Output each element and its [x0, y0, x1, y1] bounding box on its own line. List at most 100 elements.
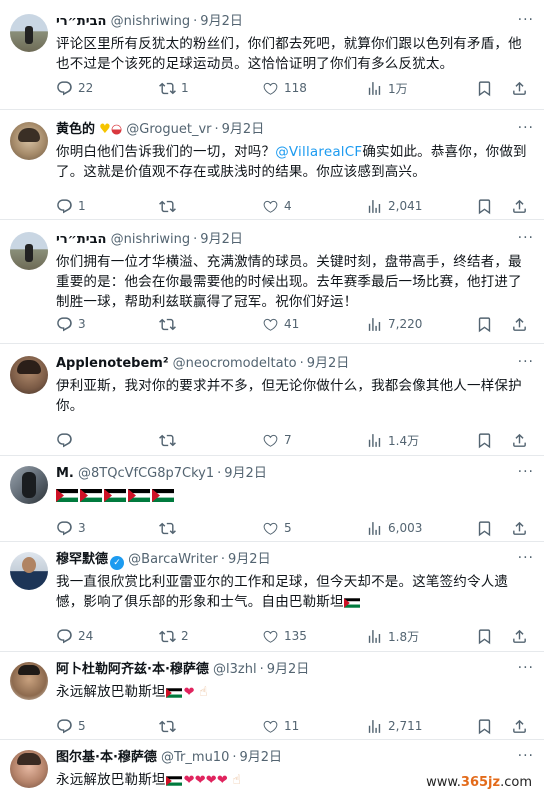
avatar[interactable] — [10, 232, 48, 270]
views-icon — [366, 628, 383, 645]
user-handle[interactable]: @BarcaWriter — [128, 552, 218, 567]
display-name[interactable]: 图尔基·本·穆萨德 — [56, 750, 157, 765]
display-name[interactable]: 穆罕默德 — [56, 552, 108, 567]
more-icon[interactable]: ··· — [518, 120, 534, 136]
views-button[interactable]: 1.4万 — [366, 430, 419, 450]
bookmark-button[interactable] — [476, 430, 493, 450]
avatar[interactable] — [10, 466, 48, 504]
share-button[interactable] — [511, 196, 528, 216]
like-button[interactable]: 11 — [262, 716, 299, 736]
separator-dot: · — [193, 232, 198, 247]
more-icon[interactable]: ··· — [518, 12, 534, 28]
tweet-4[interactable]: Applenotebem² @neocromodeltato · 9月2日 ··· … — [0, 344, 544, 456]
reply-button[interactable]: 5 — [56, 716, 86, 736]
views-button[interactable]: 7,220 — [366, 314, 422, 334]
tweet-2[interactable]: 黄色的 ♥◒ @Groguet_vr · 9月2日 ··· 你明白他们告诉我们的一切… — [0, 110, 544, 220]
tweet-actions: 22 1 118 1万 — [56, 78, 534, 98]
reply-button[interactable]: 24 — [56, 626, 93, 646]
retweet-button[interactable] — [159, 196, 181, 216]
bookmark-button[interactable] — [476, 196, 493, 216]
display-name[interactable]: הבית״רי — [56, 14, 106, 29]
user-handle[interactable]: @nishriwing — [111, 232, 191, 247]
avatar[interactable] — [10, 14, 48, 52]
share-button[interactable] — [511, 430, 528, 450]
reply-button[interactable] — [56, 430, 78, 450]
like-button[interactable]: 5 — [262, 518, 292, 538]
views-button[interactable]: 2,041 — [366, 196, 422, 216]
like-button[interactable]: 135 — [262, 626, 307, 646]
tweet-5[interactable]: M. @8TQcVfCG8p7Cky1 · 9月2日 ··· 3 5 6,003 — [0, 456, 544, 542]
bookmark-button[interactable] — [476, 518, 493, 538]
tweet-date[interactable]: 9月2日 — [224, 466, 267, 481]
share-button[interactable] — [511, 626, 528, 646]
more-icon[interactable]: ··· — [518, 464, 534, 480]
share-button[interactable] — [511, 78, 528, 98]
avatar[interactable] — [10, 552, 48, 590]
bookmark-button[interactable] — [476, 716, 493, 736]
user-handle[interactable]: @Groguet_vr — [126, 122, 211, 137]
like-button[interactable]: 118 — [262, 78, 307, 98]
display-name[interactable]: Applenotebem² — [56, 356, 169, 371]
tweet-date[interactable]: 9月2日 — [267, 662, 310, 677]
like-button[interactable]: 7 — [262, 430, 292, 450]
bookmark-button[interactable] — [476, 314, 493, 334]
user-handle[interactable]: @neocromodeltato — [173, 356, 297, 371]
mention-link[interactable]: @VillarealCF — [275, 144, 362, 160]
bookmark-button[interactable] — [476, 78, 493, 98]
retweet-button[interactable] — [159, 314, 181, 334]
more-icon[interactable]: ··· — [518, 550, 534, 566]
more-icon[interactable]: ··· — [518, 660, 534, 676]
avatar[interactable] — [10, 750, 48, 788]
views-button[interactable]: 1.8万 — [366, 626, 419, 646]
reply-button[interactable]: 1 — [56, 196, 86, 216]
views-button[interactable]: 6,003 — [366, 518, 422, 538]
views-button[interactable]: 1万 — [366, 78, 408, 98]
tweet-date[interactable]: 9月2日 — [200, 232, 243, 247]
share-button[interactable] — [511, 716, 528, 736]
reply-button[interactable]: 3 — [56, 314, 86, 334]
user-handle[interactable]: @l3zhl — [213, 662, 257, 677]
views-button[interactable]: 2,711 — [366, 716, 422, 736]
retweet-button[interactable] — [159, 430, 181, 450]
retweet-button[interactable] — [159, 716, 181, 736]
user-handle[interactable]: @Tr_mu10 — [161, 750, 229, 765]
more-icon[interactable]: ··· — [518, 748, 534, 764]
tweet-date[interactable]: 9月2日 — [228, 552, 271, 567]
reply-button[interactable]: 22 — [56, 78, 93, 98]
reply-icon — [56, 198, 73, 215]
bookmark-button[interactable] — [476, 626, 493, 646]
retweet-button[interactable] — [159, 518, 181, 538]
avatar[interactable] — [10, 122, 48, 160]
tweet-date[interactable]: 9月2日 — [222, 122, 265, 137]
avatar[interactable] — [10, 662, 48, 700]
like-button[interactable]: 4 — [262, 196, 292, 216]
tweet-actions: 3 41 7,220 — [56, 314, 534, 334]
more-icon[interactable]: ··· — [518, 354, 534, 370]
tweet-date[interactable]: 9月2日 — [240, 750, 283, 765]
view-count: 1万 — [388, 81, 408, 96]
user-handle[interactable]: @8TQcVfCG8p7Cky1 — [78, 466, 214, 481]
retweet-button[interactable]: 1 — [159, 78, 189, 98]
tweet-date[interactable]: 9月2日 — [200, 14, 243, 29]
bookmark-icon — [476, 628, 493, 645]
avatar[interactable] — [10, 356, 48, 394]
share-button[interactable] — [511, 518, 528, 538]
retweet-count: 2 — [181, 629, 189, 643]
heart-icon: ❤ — [205, 773, 217, 788]
tweet-7[interactable]: 阿卜杜勒阿齐兹·本·穆萨德 @l3zhl · 9月2日 ··· 永远解放巴勒斯坦 ❤ … — [0, 652, 544, 740]
retweet-button[interactable]: 2 — [159, 626, 189, 646]
display-name[interactable]: 黄色的 — [56, 122, 95, 137]
tweet-3[interactable]: הבית״רי @nishriwing · 9月2日 ··· 你们拥有一位才华横溢、… — [0, 220, 544, 344]
display-name[interactable]: 阿卜杜勒阿齐兹·本·穆萨德 — [56, 662, 209, 677]
display-name[interactable]: הבית״רי — [56, 232, 106, 247]
more-icon[interactable]: ··· — [518, 230, 534, 246]
share-button[interactable] — [511, 314, 528, 334]
tweet-1[interactable]: הבית״רי @nishriwing · 9月2日 ··· 评论区里所有反犹太的粉… — [0, 0, 544, 110]
like-button[interactable]: 41 — [262, 314, 299, 334]
reply-button[interactable]: 3 — [56, 518, 86, 538]
display-name[interactable]: M. — [56, 466, 74, 481]
tweet-6[interactable]: 穆罕默德 ✓ @BarcaWriter · 9月2日 ··· 我一直很欣赏比利亚雷亚尔… — [0, 542, 544, 652]
reply-icon — [56, 520, 73, 537]
tweet-date[interactable]: 9月2日 — [307, 356, 350, 371]
user-handle[interactable]: @nishriwing — [111, 14, 191, 29]
